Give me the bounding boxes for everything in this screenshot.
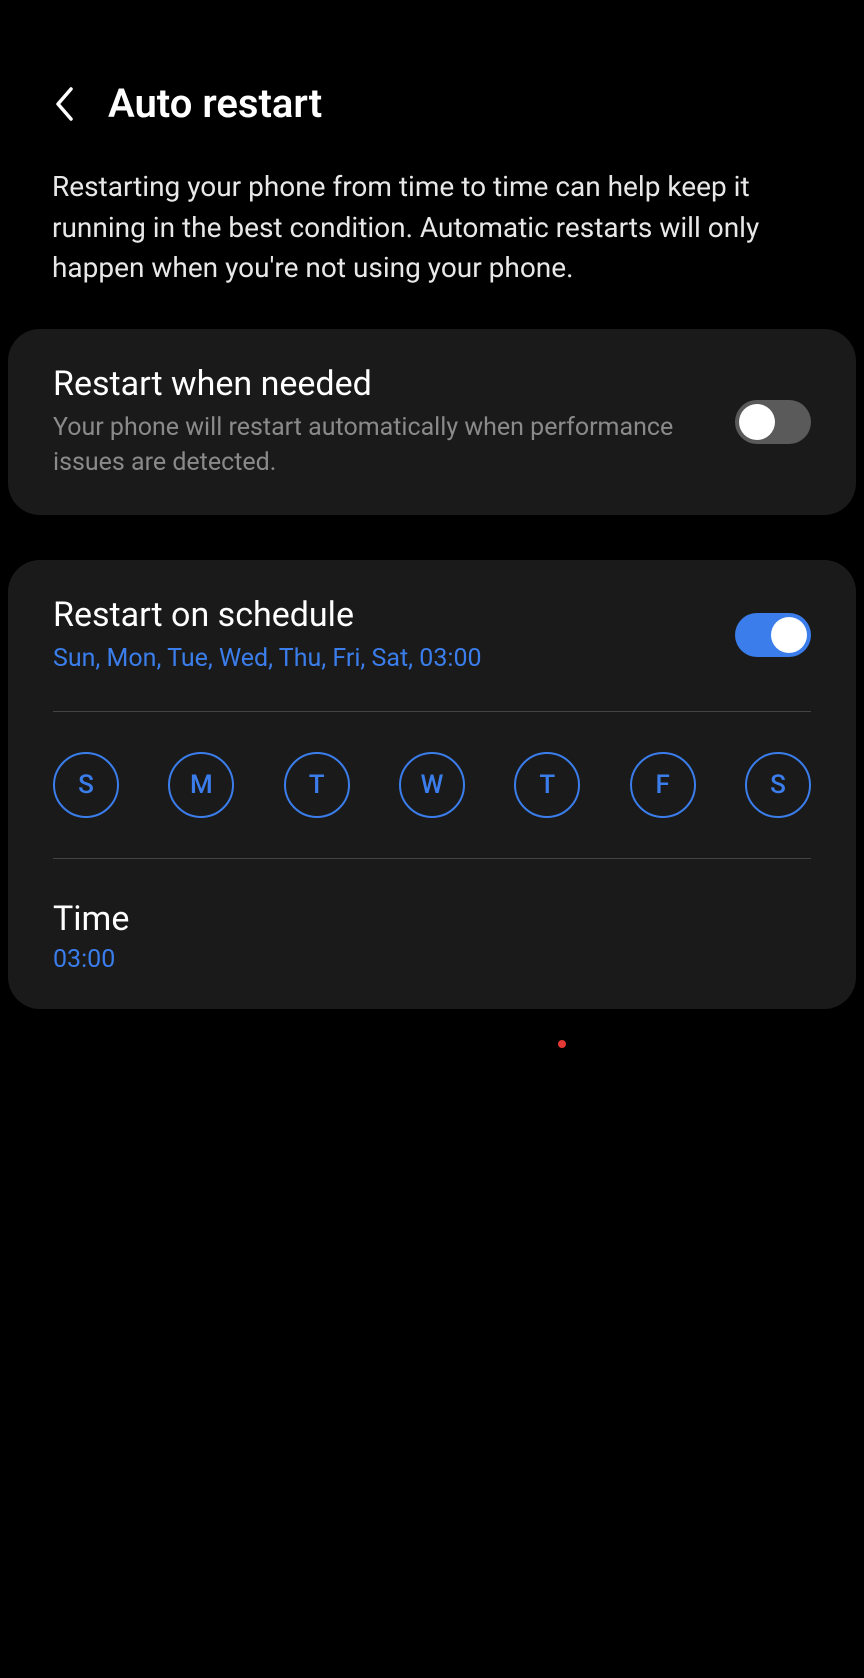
page-description: Restarting your phone from time to time …: [0, 167, 864, 329]
divider: [53, 711, 811, 712]
restart-on-schedule-subtitle: Sun, Mon, Tue, Wed, Thu, Fri, Sat, 03:00: [53, 641, 715, 676]
day-thursday[interactable]: T: [514, 752, 580, 818]
day-friday[interactable]: F: [630, 752, 696, 818]
day-saturday[interactable]: S: [745, 752, 811, 818]
header: Auto restart: [0, 0, 864, 167]
restart-on-schedule-text: Restart on schedule Sun, Mon, Tue, Wed, …: [53, 595, 735, 676]
restart-on-schedule-row[interactable]: Restart on schedule Sun, Mon, Tue, Wed, …: [53, 595, 811, 676]
time-label: Time: [53, 899, 811, 939]
day-wednesday[interactable]: W: [399, 752, 465, 818]
time-value: 03:00: [53, 945, 811, 974]
page-title: Auto restart: [108, 80, 322, 127]
restart-when-needed-row[interactable]: Restart when needed Your phone will rest…: [53, 364, 811, 480]
toggle-knob: [739, 404, 775, 440]
restart-when-needed-subtitle: Your phone will restart automatically wh…: [53, 410, 715, 480]
day-monday[interactable]: M: [168, 752, 234, 818]
restart-when-needed-title: Restart when needed: [53, 364, 715, 404]
divider: [53, 858, 811, 859]
back-icon[interactable]: [50, 84, 78, 124]
restart-on-schedule-card: Restart on schedule Sun, Mon, Tue, Wed, …: [8, 560, 856, 1009]
toggle-knob: [771, 617, 807, 653]
restart-when-needed-toggle[interactable]: [735, 400, 811, 444]
day-sunday[interactable]: S: [53, 752, 119, 818]
indicator-dot: [558, 1040, 566, 1048]
restart-when-needed-text: Restart when needed Your phone will rest…: [53, 364, 735, 480]
time-section[interactable]: Time 03:00: [53, 894, 811, 974]
day-tuesday[interactable]: T: [284, 752, 350, 818]
restart-on-schedule-toggle[interactable]: [735, 613, 811, 657]
restart-when-needed-card: Restart when needed Your phone will rest…: [8, 329, 856, 515]
days-row: S M T W T F S: [53, 747, 811, 823]
restart-on-schedule-title: Restart on schedule: [53, 595, 715, 635]
